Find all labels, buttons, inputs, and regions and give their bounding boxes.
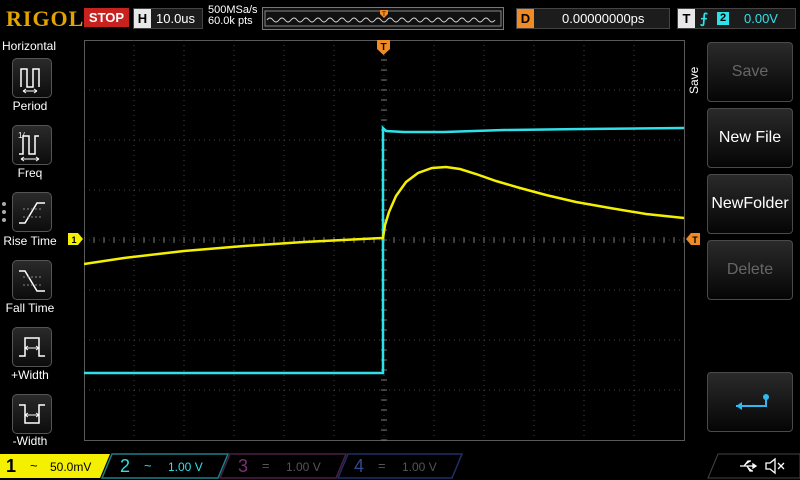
usb-icon [740,460,758,472]
fall-time-button[interactable] [12,260,52,300]
svg-text:T: T [382,12,386,18]
channel-4-tab[interactable]: 4 = 1.00 V [348,455,458,477]
rise-time-button[interactable] [12,192,52,232]
frequency-label: Freq [17,166,43,180]
acquisition-info: 500MSa/s 60.0k pts [208,5,258,27]
ch2-number: 2 [120,456,131,476]
new-file-button[interactable]: New File [707,108,793,168]
ch1-coupling: ~ [30,458,38,473]
ch1-number: 1 [6,456,17,476]
page-indicator-dot [2,218,6,222]
return-button[interactable] [707,372,793,432]
new-folder-button[interactable]: NewFolder [707,174,793,234]
page-indicator-dot [2,202,6,206]
horizontal-timebase[interactable]: H 10.0us [133,8,203,29]
horizontal-tag: H [134,9,151,28]
memory-overview-bar[interactable]: T [262,7,504,30]
frequency-icon: 1/ [18,131,40,162]
graticule [83,39,685,441]
period-icon [20,68,40,94]
negative-width-button[interactable] [12,394,52,434]
save-button[interactable]: Save [707,42,793,102]
sound-mute-icon[interactable] [764,457,786,475]
frequency-button[interactable]: 1/ [12,125,52,165]
ch2-coupling: ~ [144,458,152,473]
trigger-tag: T [678,9,695,28]
negative-width-label: -Width [12,434,48,448]
measure-panel: Horizontal Period 1/ Freq Rise Time Fall… [0,36,60,452]
fall-time-label: Fall Time [5,301,55,315]
period-label: Period [12,99,48,113]
delay-display[interactable]: D 0.00000000ps [516,8,670,29]
ch3-scale: 1.00 V [286,460,321,474]
rigol-logo: RIGOL [6,6,85,31]
delay-tag: D [517,9,534,28]
rise-time-icon [19,202,45,224]
ch2-scale: 1.00 V [168,460,203,474]
trigger-display[interactable]: T ⨍ 2 0.00V [677,8,796,29]
svg-text:1: 1 [71,235,76,245]
svg-text:T: T [380,42,386,53]
rising-edge-icon: ⨍ [700,10,708,26]
trigger-level: 0.00V [744,11,778,26]
new-folder-label: NewFolder [711,195,789,212]
positive-width-label: +Width [11,368,49,382]
delete-button[interactable]: Delete [707,240,793,300]
menu-title: Save [687,66,701,94]
memory-depth: 60.0k pts [208,15,253,27]
channel-1-tab[interactable]: 1 ~ 50.0mV [0,455,110,477]
ch3-coupling: = [262,458,270,473]
run-stop-status[interactable]: STOP [84,8,129,27]
ch4-scale: 1.00 V [402,460,437,474]
trigger-position-marker[interactable]: T [377,40,391,56]
channel-3-tab[interactable]: 3 = 1.00 V [232,455,342,477]
ch4-number: 4 [354,456,365,476]
timebase-value: 10.0us [156,11,196,26]
memory-waveform-icon: T [264,10,502,27]
panel-title: Horizontal [2,39,57,53]
waveform-display[interactable] [83,39,685,441]
svg-text:1/: 1/ [18,131,25,140]
ch4-coupling: = [378,458,386,473]
ch1-offset-marker[interactable]: 1 [68,233,84,245]
rise-time-label: Rise Time [3,234,57,248]
delete-label: Delete [726,261,774,278]
period-button[interactable] [12,58,52,98]
save-button-label: Save [731,63,769,80]
new-file-label: New File [718,129,782,146]
positive-width-icon [19,337,45,357]
ch3-number: 3 [238,456,249,476]
return-arrow-icon [736,394,769,410]
ch1-scale: 50.0mV [50,460,92,474]
page-indicator-dot [2,210,6,214]
delay-value: 0.00000000ps [562,11,645,26]
trigger-source: 2 [717,12,729,25]
channel-2-tab[interactable]: 2 ~ 1.00 V [114,455,224,477]
negative-width-icon [19,404,45,424]
fall-time-icon [19,270,45,292]
positive-width-button[interactable] [12,327,52,367]
